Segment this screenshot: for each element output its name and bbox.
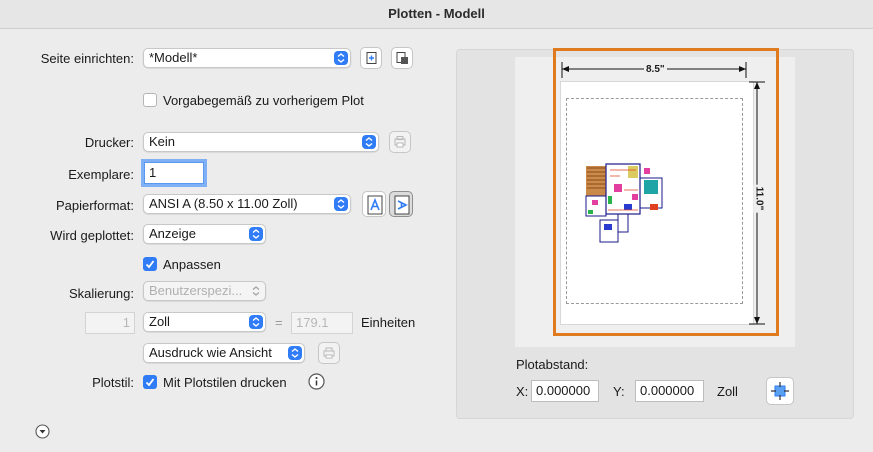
default-to-previous-label: Vorgabegemäß zu vorherigem Plot: [163, 93, 364, 108]
add-page-setup-button[interactable]: [360, 47, 382, 69]
scale-units-label: Einheiten: [361, 315, 416, 330]
expand-disclosure-icon: [35, 424, 50, 439]
preview-highlight-frame: [553, 48, 779, 336]
page-setup-label: Seite einrichten:: [40, 51, 134, 66]
printer-label: Drucker:: [84, 135, 134, 150]
chevron-updown-icon: [362, 135, 376, 149]
plot-area-select[interactable]: Anzeige: [143, 224, 266, 244]
scale-label: Skalierung:: [68, 286, 134, 301]
add-page-setup-icon: [366, 52, 377, 64]
chevron-updown-icon: [288, 346, 302, 360]
paper-size-label: Papierformat:: [55, 198, 134, 213]
chevron-updown-icon: [249, 227, 263, 241]
plot-style-label: Plotstil:: [92, 375, 134, 390]
center-plot-icon: [771, 382, 789, 400]
checkmark-icon: [145, 260, 155, 269]
import-page-setup-icon: [396, 52, 408, 64]
scale-paper-units-input[interactable]: 1: [85, 312, 135, 334]
printer-properties-button[interactable]: [389, 131, 411, 153]
plot-area-label: Wird geplottet:: [50, 228, 134, 243]
landscape-orientation-icon: [394, 195, 410, 215]
output-settings-button[interactable]: [318, 342, 340, 364]
output-settings-icon: [323, 347, 335, 359]
portrait-orientation-button[interactable]: [362, 191, 386, 217]
plot-with-styles-checkbox[interactable]: [143, 375, 157, 389]
info-icon: [308, 373, 325, 390]
center-plot-button[interactable]: [766, 377, 794, 405]
fit-to-paper-label: Anpassen: [163, 257, 221, 272]
default-to-previous-checkbox[interactable]: [143, 93, 157, 107]
landscape-orientation-button[interactable]: [389, 191, 413, 217]
plot-with-styles-label: Mit Plotstilen drucken: [163, 375, 287, 390]
info-button[interactable]: [308, 373, 325, 390]
copies-input[interactable]: 1: [141, 159, 207, 187]
plot-area-value: Anzeige: [149, 226, 196, 241]
scale-unit-select[interactable]: Zoll: [143, 312, 266, 332]
import-page-setup-button[interactable]: [391, 47, 413, 69]
checkmark-icon: [145, 378, 155, 387]
offset-x-input[interactable]: 0.000000: [531, 380, 599, 402]
offset-unit-label: Zoll: [717, 384, 738, 399]
copies-label: Exemplare:: [68, 167, 134, 182]
printer-properties-icon: [394, 136, 406, 148]
expand-disclosure-button[interactable]: [35, 424, 50, 439]
offset-y-label: Y:: [613, 384, 625, 399]
page-setup-select[interactable]: *Modell*: [143, 48, 351, 68]
scale-unit-value: Zoll: [149, 314, 170, 329]
offset-y-input[interactable]: 0.000000: [635, 380, 704, 402]
portrait-orientation-icon: [367, 195, 383, 215]
scale-value: Benutzerspezi...: [149, 283, 243, 298]
scale-drawing-units-input[interactable]: 179.1: [291, 312, 353, 334]
output-mode-select[interactable]: Ausdruck wie Ansicht: [143, 343, 305, 363]
paper-size-value: ANSI A (8.50 x 11.00 Zoll): [149, 196, 298, 211]
output-mode-value: Ausdruck wie Ansicht: [149, 345, 272, 360]
chevron-updown-icon: [249, 284, 263, 298]
page-setup-value: *Modell*: [149, 50, 198, 65]
paper-size-select[interactable]: ANSI A (8.50 x 11.00 Zoll): [143, 194, 351, 214]
window-title: Plotten - Modell: [0, 0, 873, 29]
chevron-updown-icon: [249, 315, 263, 329]
fit-to-paper-checkbox[interactable]: [143, 257, 157, 271]
chevron-updown-icon: [334, 51, 348, 65]
scale-select[interactable]: Benutzerspezi...: [143, 281, 266, 301]
scale-equals-sign: =: [275, 315, 283, 330]
offset-x-label: X:: [516, 384, 529, 399]
plot-offset-label: Plotabstand:: [516, 357, 589, 372]
chevron-updown-icon: [334, 197, 348, 211]
printer-value: Kein: [149, 134, 176, 149]
printer-select[interactable]: Kein: [143, 132, 379, 152]
